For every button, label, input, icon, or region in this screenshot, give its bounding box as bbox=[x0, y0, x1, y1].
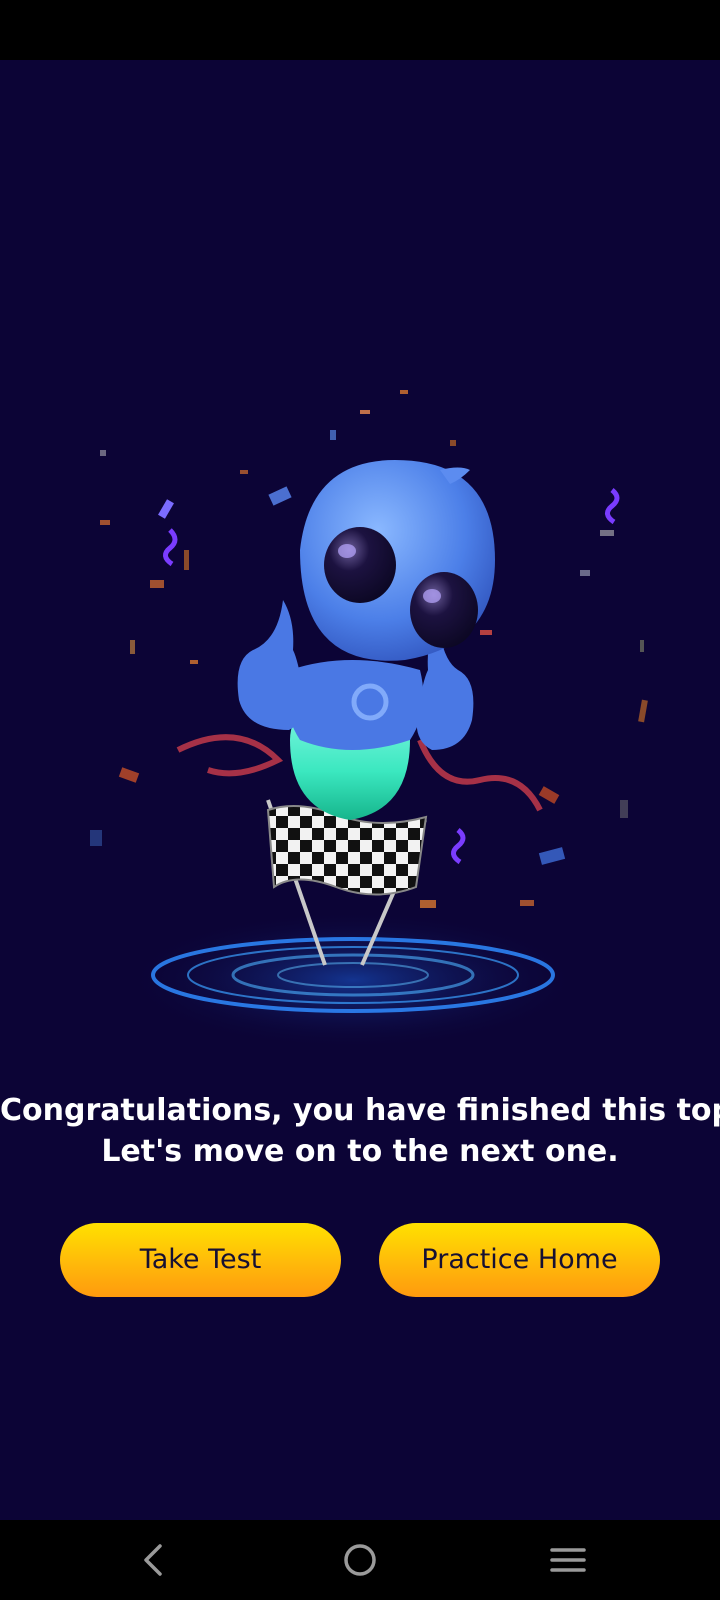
status-bar bbox=[0, 0, 720, 60]
home-circle-icon bbox=[344, 1544, 376, 1576]
take-test-button[interactable]: Take Test bbox=[60, 1223, 341, 1297]
ribbon-left bbox=[176, 734, 284, 777]
completion-screen: Congratulations, you have finished this … bbox=[0, 60, 720, 1520]
congratulations-message: Congratulations, you have finished this … bbox=[0, 1090, 720, 1172]
congrats-line-2: Let's move on to the next one. bbox=[101, 1134, 619, 1169]
robot-mascot bbox=[237, 460, 495, 820]
back-button[interactable] bbox=[132, 1538, 176, 1582]
recent-apps-button[interactable] bbox=[546, 1538, 590, 1582]
back-chevron-icon bbox=[144, 1544, 162, 1576]
practice-home-button[interactable]: Practice Home bbox=[379, 1223, 660, 1297]
system-navigation-bar bbox=[0, 1520, 720, 1600]
congrats-line-1: Congratulations, you have finished this … bbox=[0, 1093, 720, 1128]
home-button[interactable] bbox=[338, 1538, 382, 1582]
ribbon-right bbox=[417, 738, 543, 812]
celebration-illustration bbox=[90, 390, 648, 1050]
menu-lines-icon bbox=[550, 1548, 586, 1572]
